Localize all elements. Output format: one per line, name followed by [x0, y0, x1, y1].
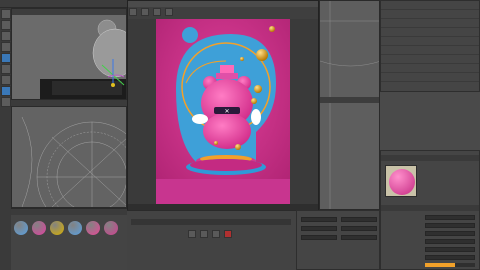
- perspective-viewport[interactable]: [11, 8, 127, 100]
- play-button[interactable]: [199, 230, 208, 238]
- timeline: [127, 210, 296, 270]
- tool-button[interactable]: [0, 86, 11, 96]
- coordinate-field[interactable]: [341, 235, 377, 240]
- play-back-button[interactable]: [188, 230, 196, 238]
- attribute-field[interactable]: [425, 223, 475, 228]
- tool-button[interactable]: [0, 31, 11, 41]
- coordinate-field[interactable]: [341, 217, 377, 222]
- timeline-ruler[interactable]: [131, 219, 291, 225]
- material-preview: [385, 165, 417, 197]
- object-list-item[interactable]: [381, 75, 479, 82]
- render-toolbar-button[interactable]: [164, 8, 173, 16]
- object-list-item[interactable]: [381, 30, 479, 37]
- attribute-title-bar: [381, 155, 479, 161]
- attribute-field[interactable]: [425, 255, 475, 260]
- tool-button[interactable]: [0, 75, 11, 85]
- object-manager: [380, 0, 480, 92]
- render-window: ✕: [127, 0, 319, 210]
- material-swatch[interactable]: [104, 221, 118, 235]
- rendered-image: ✕: [156, 19, 290, 204]
- bear-wireframe-preview: [40, 19, 126, 99]
- play-forward-button[interactable]: [211, 230, 220, 238]
- attribute-slider-fill: [425, 263, 455, 267]
- attribute-slider[interactable]: [425, 263, 475, 267]
- coordinate-field[interactable]: [301, 235, 337, 240]
- attribute-field[interactable]: [425, 239, 475, 244]
- orbit-lines-wireframe: [21, 116, 126, 207]
- material-swatch[interactable]: [14, 221, 28, 235]
- tool-button[interactable]: [0, 9, 11, 19]
- material-swatch[interactable]: [32, 221, 46, 235]
- object-list-item[interactable]: [381, 39, 479, 46]
- playback-controls: [187, 229, 257, 238]
- coordinate-field[interactable]: [301, 217, 337, 222]
- render-window-right-strip: [290, 19, 318, 204]
- svg-text:✕: ✕: [224, 108, 229, 115]
- front-viewport[interactable]: [319, 0, 380, 210]
- material-preview-sphere: [389, 169, 415, 195]
- material-manager: [11, 208, 127, 270]
- record-button[interactable]: [223, 230, 232, 238]
- material-swatch[interactable]: [68, 221, 82, 235]
- attribute-manager: [380, 150, 480, 270]
- render-window-sidebar: [128, 19, 156, 204]
- tool-button[interactable]: [0, 20, 11, 30]
- object-list-item[interactable]: [381, 48, 479, 55]
- object-list-item[interactable]: [381, 12, 479, 19]
- material-manager-menu: [11, 209, 127, 215]
- render-window-toolbar: [128, 7, 318, 19]
- attribute-tabs: [381, 205, 479, 211]
- orthographic-viewport[interactable]: [11, 106, 127, 208]
- viewport-guides: [320, 1, 379, 209]
- tool-button[interactable]: [0, 64, 11, 74]
- attribute-field[interactable]: [425, 247, 475, 252]
- coordinate-field[interactable]: [301, 226, 337, 231]
- coordinate-field[interactable]: [341, 226, 377, 231]
- left-toolbar: [0, 8, 11, 270]
- coordinates-manager: [296, 210, 380, 270]
- render-toolbar-button[interactable]: [129, 8, 137, 16]
- object-list-item[interactable]: [381, 57, 479, 64]
- object-list-item[interactable]: [381, 3, 479, 10]
- attribute-field[interactable]: [425, 231, 475, 236]
- tool-button[interactable]: [0, 97, 11, 107]
- render-toolbar-button[interactable]: [152, 8, 161, 16]
- material-swatch[interactable]: [86, 221, 100, 235]
- tool-button[interactable]: [0, 42, 11, 52]
- object-list-item[interactable]: [381, 21, 479, 28]
- attribute-field[interactable]: [425, 215, 475, 220]
- tool-button[interactable]: [0, 53, 11, 63]
- render-toolbar-button[interactable]: [140, 8, 149, 16]
- object-list-item[interactable]: [381, 66, 479, 73]
- material-swatch[interactable]: [50, 221, 64, 235]
